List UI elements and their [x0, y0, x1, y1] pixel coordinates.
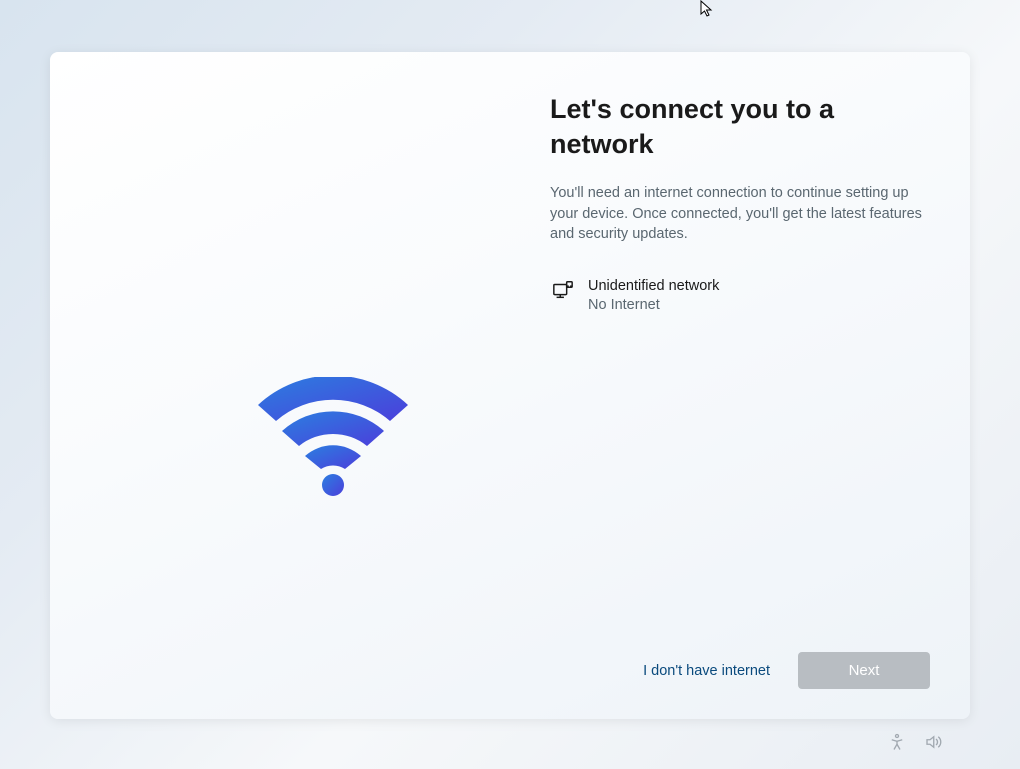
button-row: I don't have internet Next: [550, 652, 930, 689]
network-name: Unidentified network: [588, 277, 719, 297]
ethernet-icon: [552, 279, 574, 301]
setup-card: Let's connect you to a network You'll ne…: [50, 52, 970, 719]
mouse-cursor: [700, 0, 714, 18]
network-text: Unidentified network No Internet: [588, 277, 719, 316]
illustration-pane: [50, 52, 510, 719]
next-button[interactable]: Next: [798, 652, 930, 689]
network-status: No Internet: [588, 296, 719, 316]
wifi-icon: [248, 377, 418, 497]
content-pane: Let's connect you to a network You'll ne…: [510, 52, 970, 719]
volume-icon[interactable]: [924, 733, 942, 751]
page-description: You'll need an internet connection to co…: [550, 183, 930, 245]
taskbar-tray: [888, 733, 942, 751]
network-item-unidentified[interactable]: Unidentified network No Internet: [550, 273, 930, 320]
skip-internet-button[interactable]: I don't have internet: [639, 655, 774, 687]
accessibility-icon[interactable]: [888, 733, 906, 751]
page-title: Let's connect you to a network: [550, 92, 930, 161]
